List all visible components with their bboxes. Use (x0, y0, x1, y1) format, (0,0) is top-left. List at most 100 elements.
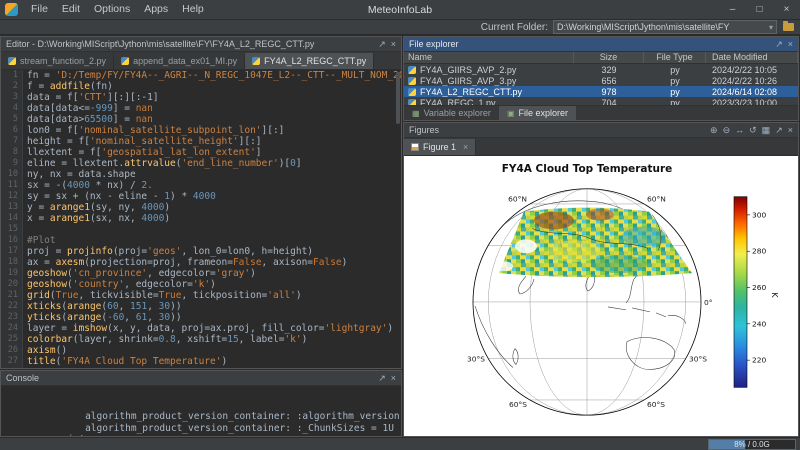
float-icon[interactable]: ↗ (775, 38, 783, 51)
chevron-down-icon[interactable]: ▾ (769, 23, 773, 32)
close-icon[interactable]: × (788, 38, 793, 51)
code-line: 10 ny, nx = data.shape (1, 169, 401, 180)
code-token: projinfo (67, 246, 113, 257)
python-file-icon (121, 57, 129, 65)
menu-options[interactable]: Options (87, 0, 137, 19)
code-line: 17proj = projinfo(proj='geos', lon_0=lon… (1, 246, 401, 257)
float-icon[interactable]: ↗ (775, 124, 783, 137)
pan-icon[interactable]: ↔ (735, 124, 744, 137)
meteoinfo-logo-icon (5, 3, 18, 16)
code-editor[interactable]: 1fn = 'D:/Temp/FY/FY4A--_AGRI--_N_REGC_1… (1, 70, 401, 368)
code-token: ) (387, 323, 393, 334)
console-panel-titlebar: Console ↗× (1, 371, 401, 386)
editor-tab[interactable]: stream_function_2.py (1, 53, 114, 69)
app-title: MeteoInfoLab (368, 4, 432, 16)
code-token: 'nominal_satellite_height' (90, 136, 239, 147)
table-row[interactable]: FY4A_GIIRS_AVP_3.py656py2024/2/22 10:26 (404, 75, 798, 86)
close-button[interactable]: × (773, 1, 800, 19)
menu-edit[interactable]: Edit (55, 0, 87, 19)
code-token: True (56, 290, 79, 301)
code-text: data = f['CTT'][:][:-1] (22, 92, 159, 103)
console-token: run script... (28, 434, 102, 436)
code-token: colorbar (27, 334, 73, 345)
code-token: ] (256, 147, 262, 158)
code-token: grid (27, 290, 50, 301)
zoom-out-icon[interactable]: ⊖ (723, 124, 731, 137)
column-size[interactable]: Size (574, 52, 644, 63)
tab-variable-explorer[interactable]: ▦Variable explorer (404, 106, 499, 120)
tab-label: File explorer (519, 108, 569, 118)
browse-folder-icon[interactable] (783, 23, 794, 31)
maximize-button[interactable]: □ (746, 1, 773, 19)
tab-label: stream_function_2.py (20, 56, 106, 66)
column-file-type[interactable]: File Type (644, 52, 706, 63)
editor-panel: Editor - D:\Working\MIScript\Jython\mis\… (0, 36, 402, 369)
figures-panel: Figures ⊕⊖↔↺▦↗× Figure 1 × (403, 122, 799, 437)
column-name[interactable]: Name (404, 52, 574, 63)
column-date-modified[interactable]: Date Modified (706, 52, 798, 63)
code-line: 14x = arange1(sx, nx, 4000) (1, 213, 401, 224)
code-token: )[ (279, 158, 290, 169)
python-file-icon (252, 57, 260, 65)
grid-icon[interactable]: ▦ (762, 124, 771, 137)
figure-tab[interactable]: Figure 1 × (404, 139, 476, 155)
code-token: 'k' (193, 279, 210, 290)
float-icon[interactable]: ↗ (378, 38, 386, 51)
figure-canvas[interactable]: FY4A Cloud Top Temperature (404, 156, 798, 436)
code-token: layer = (27, 323, 73, 334)
memory-indicator[interactable]: 8% / 0.0G (708, 439, 796, 450)
file-name-cell: FY4A_L2_REGC_CTT.py (404, 87, 574, 97)
menu-apps[interactable]: Apps (137, 0, 175, 19)
float-icon[interactable]: ↗ (378, 372, 386, 385)
file-name: FY4A_L2_REGC_CTT.py (420, 87, 522, 97)
code-token: , (119, 301, 130, 312)
table-row[interactable]: FY4A_L2_REGC_CTT.py978py2024/6/14 02:08 (404, 86, 798, 97)
code-text: f = addfile(fn) (22, 81, 113, 92)
close-icon[interactable]: × (788, 124, 793, 137)
editor-tab[interactable]: FY4A_L2_REGC_CTT.py (245, 53, 374, 69)
close-icon[interactable]: × (391, 372, 396, 385)
menu-help[interactable]: Help (175, 0, 211, 19)
figure-icon (411, 143, 419, 151)
zoom-in-icon[interactable]: ⊕ (710, 124, 718, 137)
code-token: (projection=proj, frameon= (84, 257, 233, 268)
code-token: ny, nx = data.shape (27, 169, 136, 180)
code-token: axism (27, 345, 56, 356)
close-icon[interactable]: × (391, 38, 396, 51)
menu-bar: FileEditOptionsAppsHelp MeteoInfoLab –□× (0, 0, 800, 20)
code-token: data[data<= (27, 103, 90, 114)
code-token: ][:] (262, 125, 285, 136)
code-token: geoshow (27, 268, 67, 279)
minimize-button[interactable]: – (719, 1, 746, 19)
console-output[interactable]: algorithm_product_version_container: :al… (1, 386, 401, 436)
file-explorer-title: File explorer (409, 39, 459, 49)
tab-label: FY4A_L2_REGC_CTT.py (264, 56, 366, 66)
line-number: 10 (1, 169, 22, 180)
code-line: 12sy = sx + (nx - eline - 1) * 4000 (1, 191, 401, 202)
code-token: ) (210, 279, 216, 290)
line-number: 14 (1, 213, 22, 224)
lat-label: 30°S (689, 355, 707, 364)
code-token: 4000 (193, 191, 216, 202)
code-token: 'country' (73, 279, 124, 290)
console-token: algorithm_product_version_container: :al… (5, 411, 401, 422)
ctt-data-layer (495, 208, 692, 278)
tab-file-explorer[interactable]: ▣File explorer (499, 106, 576, 120)
table-row[interactable]: FY4A_GIIRS_AVP_2.py329py2024/2/22 10:05 (404, 64, 798, 75)
explorer-tabbar: ▦Variable explorer▣File explorer (404, 105, 798, 120)
code-token: sy = sx + (nx - eline - (27, 191, 164, 202)
close-icon[interactable]: × (463, 142, 468, 152)
editor-scrollbar[interactable] (396, 72, 400, 124)
table-row[interactable]: FY4A_REGC_1.py704py2023/3/23 10:00 (404, 97, 798, 105)
code-line: 24layer = imshow(x, y, data, proj=ax.pro… (1, 323, 401, 334)
menu-file[interactable]: File (24, 0, 55, 19)
code-text: fn = 'D:/Temp/FY/FY4A--_AGRI--_N_REGC_10… (22, 70, 401, 81)
current-folder-input[interactable]: D:\Working\MIScript\Jython\mis\satellite… (553, 20, 777, 34)
code-line: 20geoshow('country', edgecolor='k') (1, 279, 401, 290)
line-number: 6 (1, 125, 22, 136)
rotate-icon[interactable]: ↺ (749, 124, 757, 137)
line-number: 19 (1, 268, 22, 279)
file-type-cell: py (644, 87, 706, 97)
editor-tab[interactable]: append_data_ex01_MI.py (114, 53, 245, 69)
figure-plot: FY4A Cloud Top Temperature (404, 156, 798, 436)
